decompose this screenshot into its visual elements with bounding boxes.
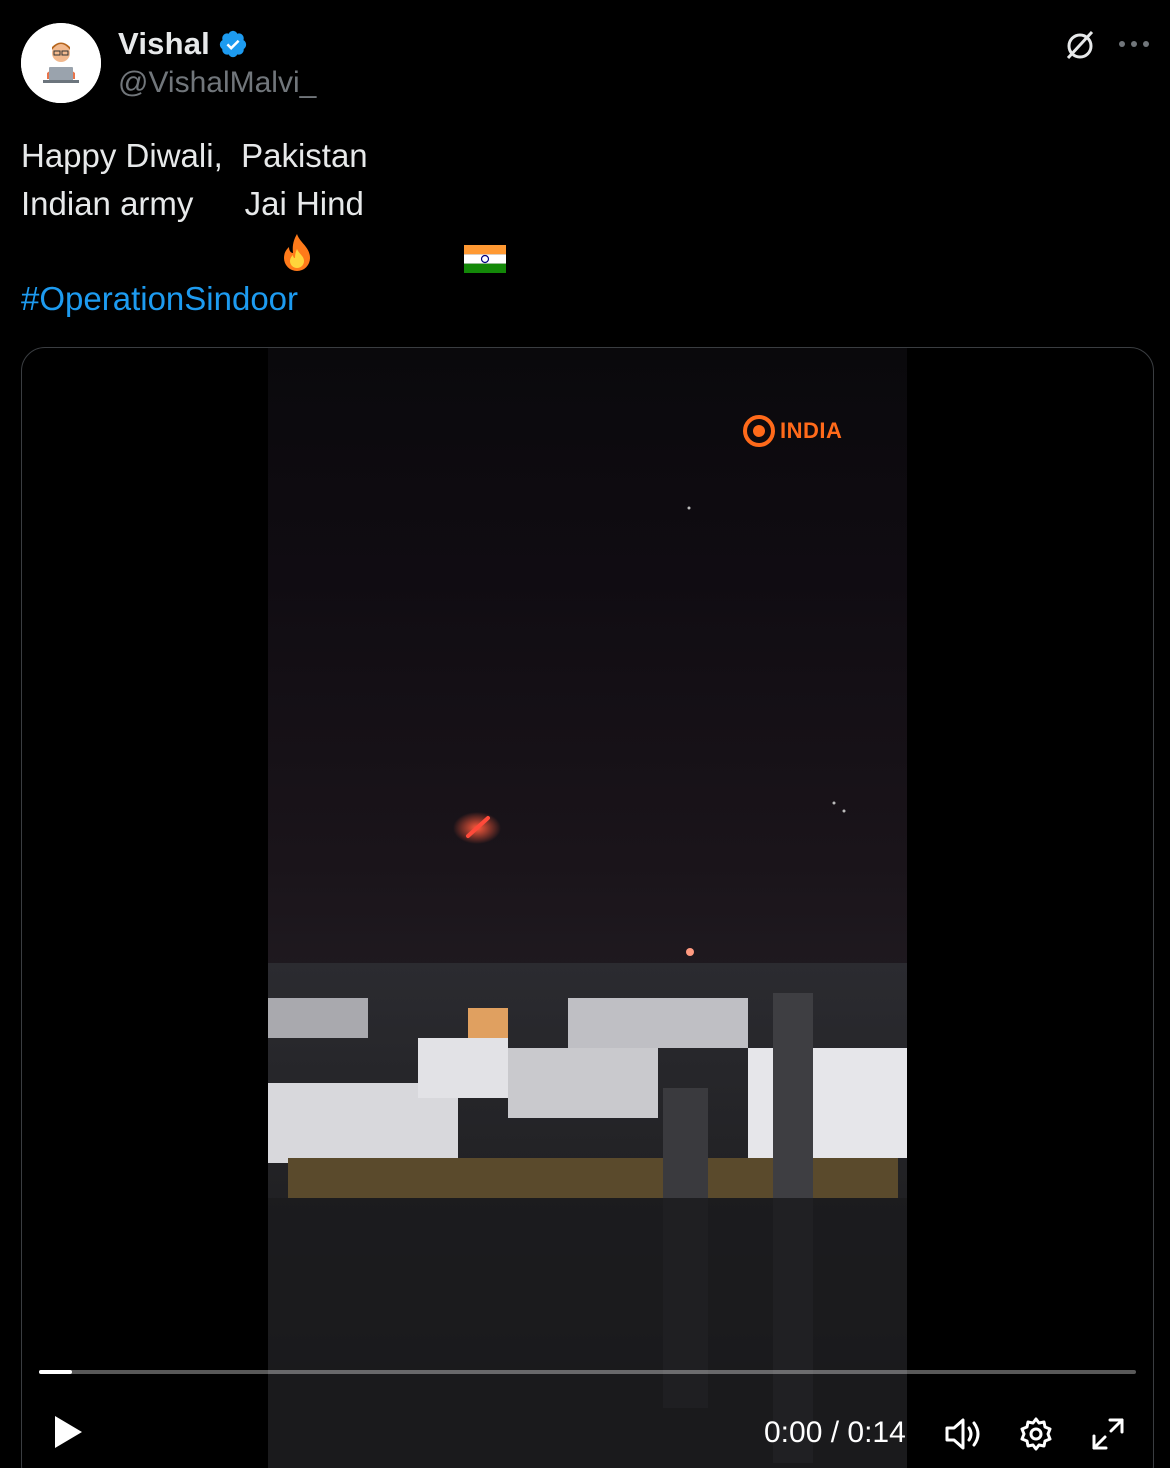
- avatar[interactable]: [21, 23, 101, 103]
- more-icon[interactable]: [1116, 30, 1152, 58]
- fullscreen-icon[interactable]: [1088, 1416, 1128, 1452]
- tweet-line-2-end: Jai Hind: [244, 185, 373, 222]
- video-frame[interactable]: [268, 348, 907, 1468]
- channel-logo-icon: [743, 415, 775, 447]
- video-player[interactable]: INDIA 0:00 / 0:14: [21, 347, 1154, 1468]
- india-flag-icon: [391, 190, 507, 273]
- video-time-separator: /: [822, 1416, 848, 1449]
- grok-icon[interactable]: [1060, 24, 1100, 64]
- display-name[interactable]: Vishal: [118, 26, 210, 62]
- author-name-row[interactable]: Vishal: [118, 24, 248, 64]
- tweet-line-2: Indian army Jai Hind: [21, 180, 507, 273]
- hashtag-link[interactable]: #OperationSindoor: [21, 275, 298, 323]
- fire-emoji-icon: [203, 183, 310, 271]
- video-progress-bar[interactable]: [39, 1370, 1136, 1374]
- tweet-line-1: Happy Diwali, Pakistan: [21, 137, 368, 174]
- volume-icon[interactable]: [944, 1416, 984, 1452]
- video-current-time: 0:00: [764, 1416, 823, 1449]
- video-duration: 0:14: [847, 1416, 906, 1449]
- tweet-text: Happy Diwali, Pakistan Indian army Jai H…: [21, 132, 507, 273]
- verified-badge-icon: [218, 29, 248, 59]
- tweet-line-2-start: Indian army: [21, 185, 203, 222]
- play-icon[interactable]: [50, 1414, 86, 1450]
- tweet: Vishal @VishalMalvi_ Happy Diwali, Pakis…: [0, 0, 1170, 1468]
- settings-icon[interactable]: [1016, 1416, 1056, 1452]
- channel-logo-text: INDIA: [780, 418, 843, 443]
- channel-logo: INDIA: [742, 414, 842, 448]
- video-progress-fill: [39, 1370, 72, 1374]
- video-scene: [268, 506, 907, 1468]
- video-time: 0:00 / 0:14: [764, 1416, 906, 1450]
- author-handle[interactable]: @VishalMalvi_: [118, 66, 316, 100]
